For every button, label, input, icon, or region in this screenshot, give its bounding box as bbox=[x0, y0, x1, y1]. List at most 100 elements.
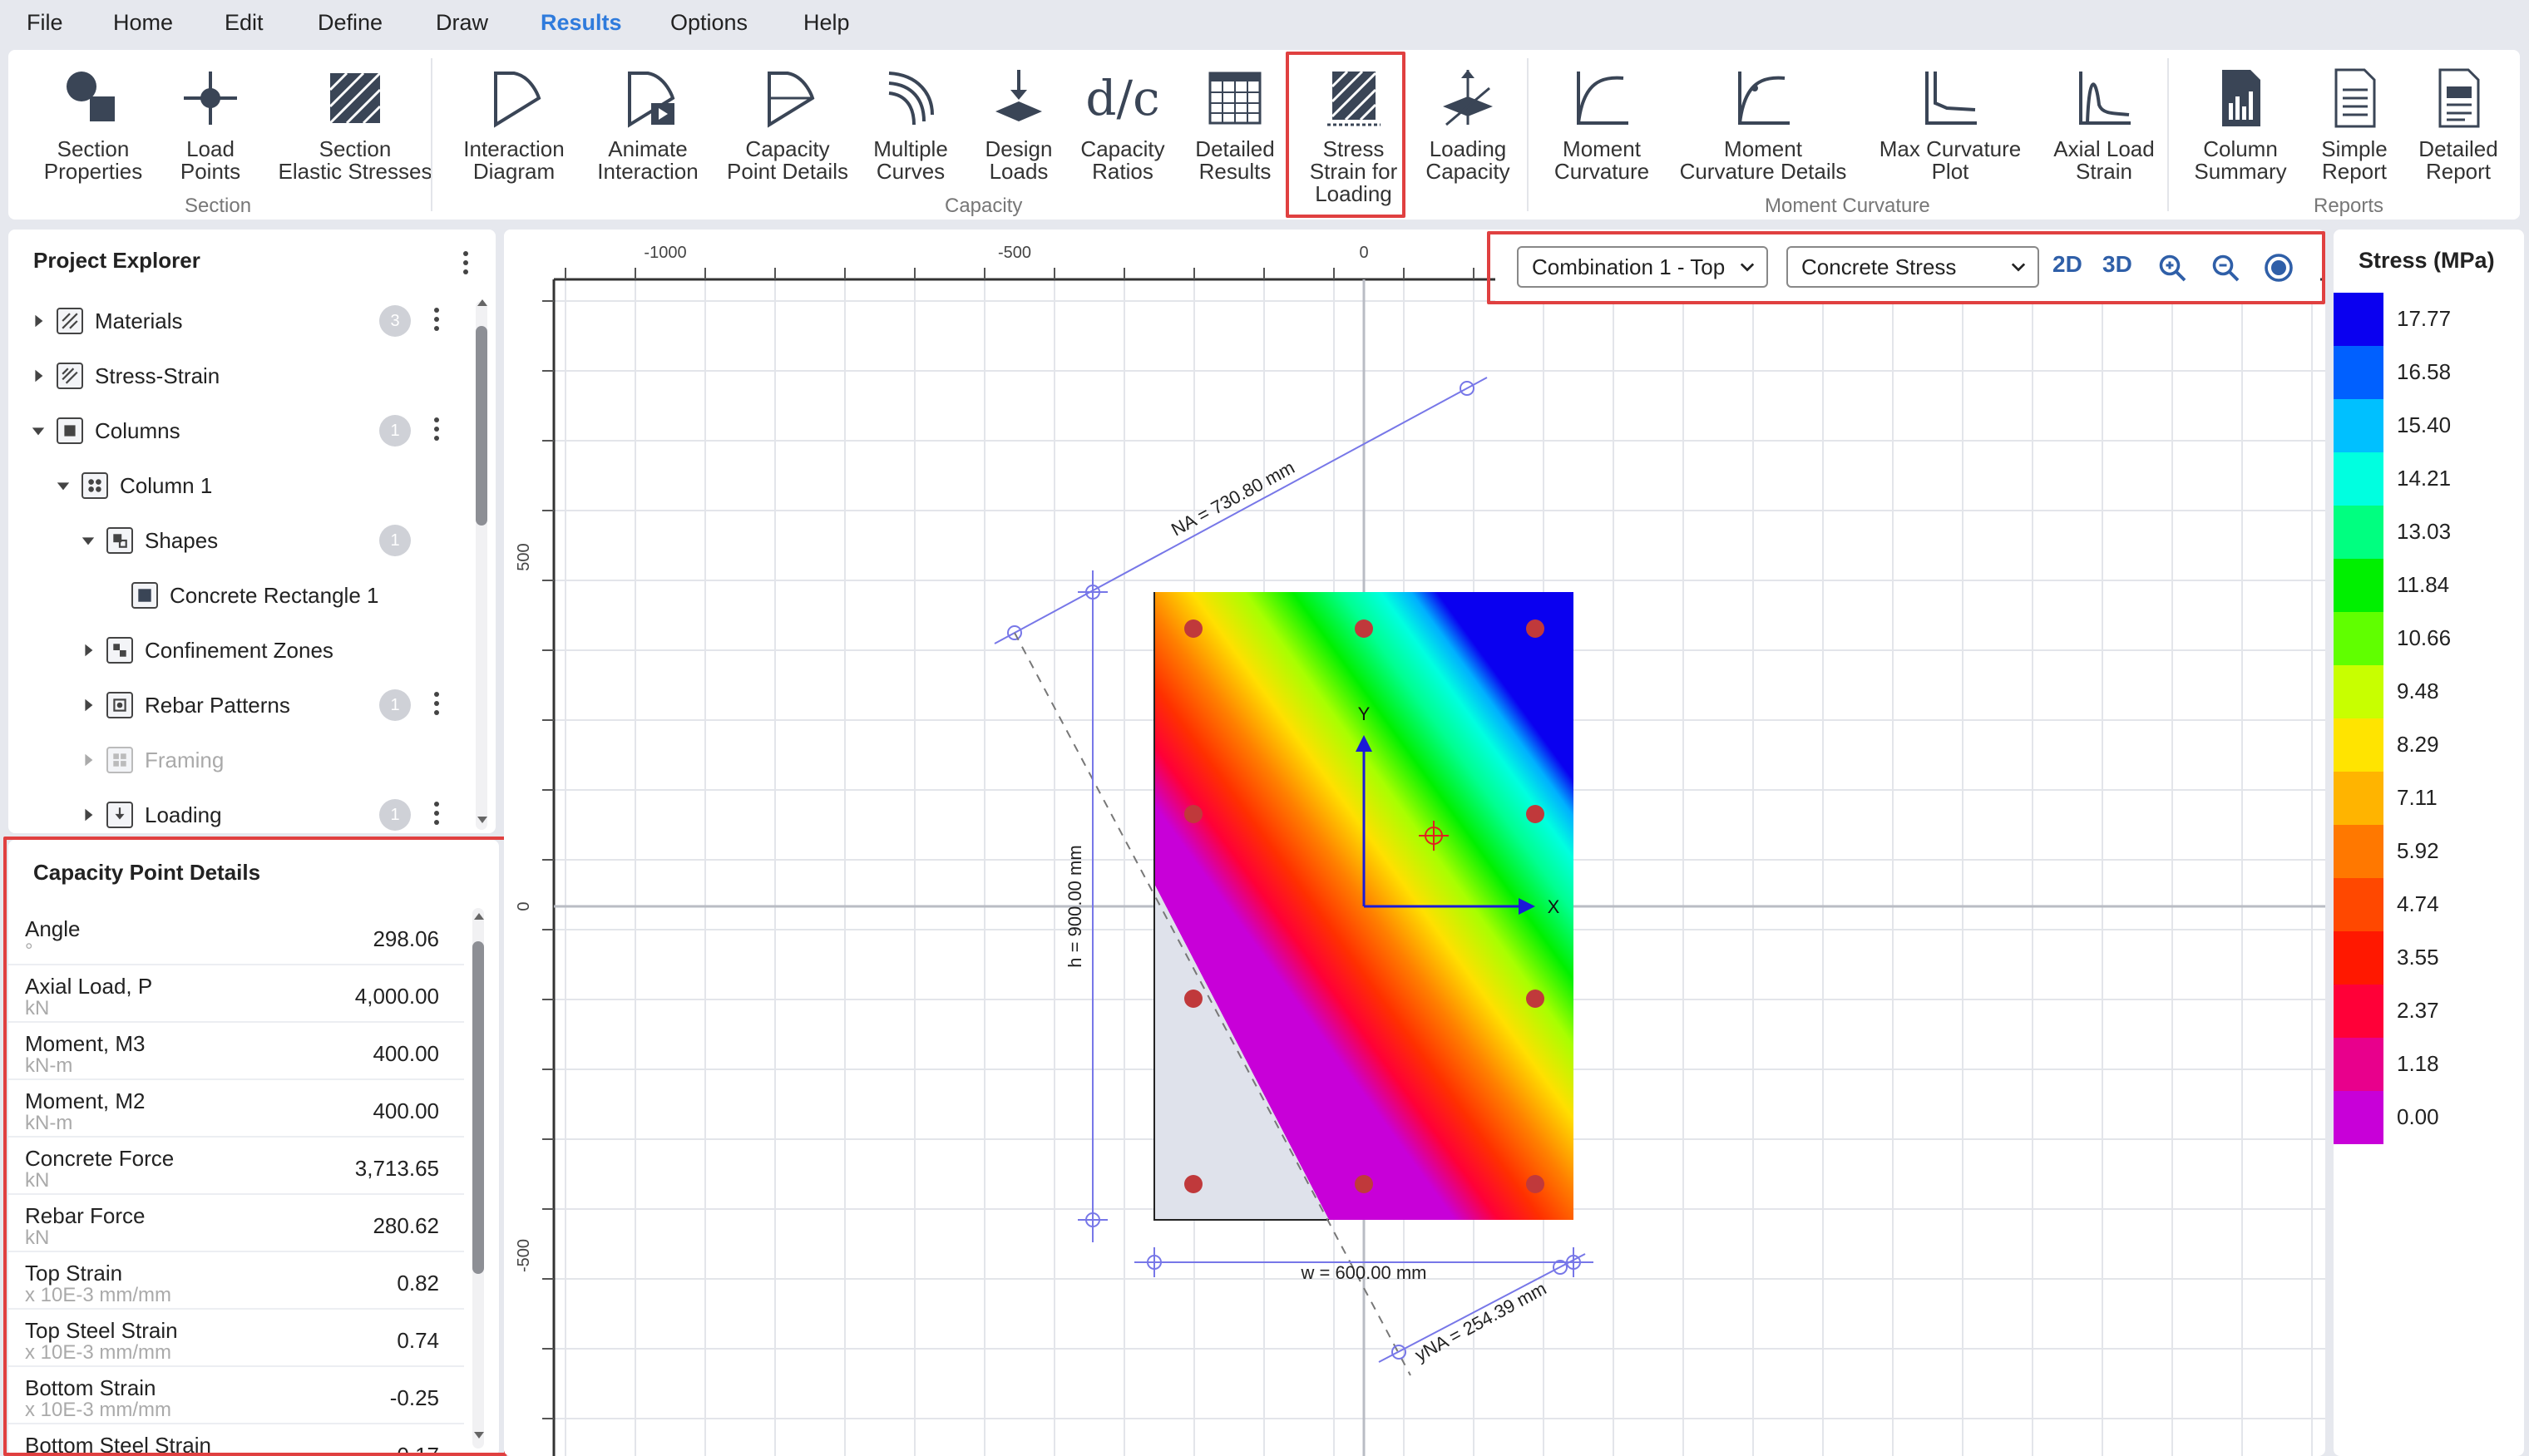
capacity-ratios-button[interactable]: d/c Capacity Ratios bbox=[1073, 65, 1173, 183]
legend-scale: 17.77 16.58 15.40 14.21 13.03 11.84 10.66 9.48 8… bbox=[2334, 293, 2524, 1149]
legend-value: 17.77 bbox=[2397, 306, 2452, 331]
na-length-label: NA = 730.80 mm bbox=[1168, 457, 1298, 540]
tree-item-rebar-patterns[interactable]: Rebar Patterns bbox=[78, 680, 290, 730]
width-label: w = 600.00 mm bbox=[1300, 1262, 1426, 1283]
moment-curvature-icon bbox=[1544, 65, 1660, 131]
legend-swatch bbox=[2334, 506, 2383, 559]
caret-right-icon[interactable] bbox=[78, 695, 98, 715]
legend-swatch bbox=[2334, 399, 2383, 452]
moment-curvature-details-button[interactable]: Moment Curvature Details bbox=[1672, 65, 1855, 183]
tree-item-columns[interactable]: Columns bbox=[28, 406, 180, 456]
load-points-button[interactable]: Load Points bbox=[165, 65, 256, 183]
stress-legend-panel: Stress (MPa) 17.77 16.58 15.40 14.21 13.03 11… bbox=[2334, 230, 2524, 1456]
count-badge: 1 bbox=[379, 689, 411, 721]
menu-file[interactable]: File bbox=[27, 10, 63, 36]
legend-value: 7.11 bbox=[2397, 785, 2438, 810]
menu-define[interactable]: Define bbox=[318, 10, 383, 36]
rebar-point[interactable] bbox=[1184, 805, 1203, 823]
tree-item-concrete-rectangle-1[interactable]: Concrete Rectangle 1 bbox=[131, 570, 378, 620]
multiple-curves-button[interactable]: Multiple Curves bbox=[865, 65, 956, 183]
caret-right-icon[interactable] bbox=[78, 805, 98, 825]
explorer-scroll-thumb[interactable] bbox=[476, 326, 487, 526]
tree-item-shapes[interactable]: Shapes bbox=[78, 516, 218, 565]
tree-item-stress-strain[interactable]: Stress-Strain bbox=[28, 351, 220, 401]
menu-results[interactable]: Results bbox=[541, 10, 622, 36]
section-drawing[interactable]: -1000 -500 0 500 0 -500 Y X NA = 730.80 … bbox=[504, 230, 2325, 1456]
rebar-point[interactable] bbox=[1184, 619, 1203, 638]
menu-draw[interactable]: Draw bbox=[436, 10, 488, 36]
rebar-icon bbox=[106, 692, 133, 718]
count-badge: 1 bbox=[379, 799, 411, 831]
legend-swatch bbox=[2334, 452, 2383, 506]
interaction-diagram-button[interactable]: Interaction Diagram bbox=[447, 65, 580, 183]
tree-item-confinement-zones[interactable]: Confinement Zones bbox=[78, 625, 333, 675]
rebar-point[interactable] bbox=[1526, 619, 1544, 638]
axial-load-strain-icon bbox=[2046, 65, 2162, 131]
column-summary-button[interactable]: Column Summary bbox=[2182, 65, 2299, 183]
menu-edit[interactable]: Edit bbox=[225, 10, 264, 36]
caret-right-icon[interactable] bbox=[78, 750, 98, 770]
legend-swatch bbox=[2334, 346, 2383, 399]
explorer-scrollbar[interactable] bbox=[476, 301, 487, 830]
ribbon-toolbar: Section Properties Load Points Section E… bbox=[8, 50, 2520, 220]
group-label-section: Section bbox=[185, 195, 252, 217]
group-label-reports: Reports bbox=[2314, 195, 2384, 217]
caret-down-icon[interactable] bbox=[28, 421, 48, 441]
rebar-point[interactable] bbox=[1526, 990, 1544, 1008]
multiple-curves-icon bbox=[865, 65, 956, 131]
legend-value: 15.40 bbox=[2397, 412, 2452, 437]
tree-item-loading[interactable]: Loading bbox=[78, 790, 222, 840]
section-properties-button[interactable]: Section Properties bbox=[27, 65, 160, 183]
design-loads-button[interactable]: Design Loads bbox=[973, 65, 1064, 183]
simple-report-button[interactable]: Simple Report bbox=[2309, 65, 2400, 183]
loading-capacity-button[interactable]: Loading Capacity bbox=[1414, 65, 1522, 183]
scroll-up-icon[interactable] bbox=[477, 298, 488, 308]
scroll-down-icon[interactable] bbox=[477, 815, 488, 825]
tree-item-materials[interactable]: Materials bbox=[28, 296, 182, 346]
rebar-point[interactable] bbox=[1355, 1175, 1373, 1193]
framing-icon bbox=[106, 747, 133, 773]
rebar-point[interactable] bbox=[1526, 1175, 1544, 1193]
explorer-menu-icon[interactable] bbox=[462, 251, 469, 279]
axial-load-strain-button[interactable]: Axial Load Strain bbox=[2046, 65, 2162, 183]
rebar-point[interactable] bbox=[1184, 990, 1203, 1008]
caret-right-icon[interactable] bbox=[78, 640, 98, 660]
moment-curvature-button[interactable]: Moment Curvature bbox=[1544, 65, 1660, 183]
menu-help[interactable]: Help bbox=[803, 10, 850, 36]
tree-item-column-1[interactable]: Column 1 bbox=[53, 461, 212, 511]
max-curvature-plot-button[interactable]: Max Curvature Plot bbox=[1871, 65, 2029, 183]
legend-swatch bbox=[2334, 985, 2383, 1038]
detailed-report-button[interactable]: Detailed Report bbox=[2408, 65, 2508, 183]
caret-down-icon[interactable] bbox=[78, 531, 98, 550]
rebar-point[interactable] bbox=[1355, 619, 1373, 638]
capacity-point-details-button[interactable]: Capacity Point Details bbox=[717, 65, 858, 183]
menu-home[interactable]: Home bbox=[113, 10, 173, 36]
legend-swatch bbox=[2334, 665, 2383, 718]
rebar-menu-icon[interactable] bbox=[433, 692, 440, 719]
section-elastic-stresses-button[interactable]: Section Elastic Stresses bbox=[268, 65, 442, 183]
caret-right-icon[interactable] bbox=[28, 366, 48, 386]
caret-right-icon[interactable] bbox=[28, 311, 48, 331]
animate-interaction-button[interactable]: Animate Interaction bbox=[585, 65, 710, 183]
menu-bar: File Home Edit Define Draw Results Optio… bbox=[0, 0, 2529, 47]
materials-menu-icon[interactable] bbox=[433, 308, 440, 335]
caret-down-icon[interactable] bbox=[53, 476, 73, 496]
legend-swatch bbox=[2334, 772, 2383, 825]
group-label-moment-curvature: Moment Curvature bbox=[1765, 195, 1930, 217]
section-viewer-canvas[interactable]: -1000 -500 0 500 0 -500 Y X NA = 730.80 … bbox=[504, 230, 2325, 1456]
group-label-capacity: Capacity bbox=[945, 195, 1023, 217]
columns-icon bbox=[57, 417, 83, 444]
count-badge: 1 bbox=[379, 415, 411, 447]
detailed-results-button[interactable]: Detailed Results bbox=[1181, 65, 1289, 183]
loading-menu-icon[interactable] bbox=[433, 802, 440, 829]
ruler-y-label: -500 bbox=[515, 1239, 533, 1272]
axis-y-label: Y bbox=[1358, 703, 1371, 724]
legend-value: 11.84 bbox=[2397, 572, 2450, 597]
materials-icon bbox=[57, 308, 83, 334]
rebar-point[interactable] bbox=[1184, 1175, 1203, 1193]
columns-menu-icon[interactable] bbox=[433, 417, 440, 445]
rebar-point[interactable] bbox=[1526, 805, 1544, 823]
tree-item-framing[interactable]: Framing bbox=[78, 735, 224, 785]
menu-options[interactable]: Options bbox=[670, 10, 748, 36]
group-separator bbox=[2167, 58, 2169, 211]
